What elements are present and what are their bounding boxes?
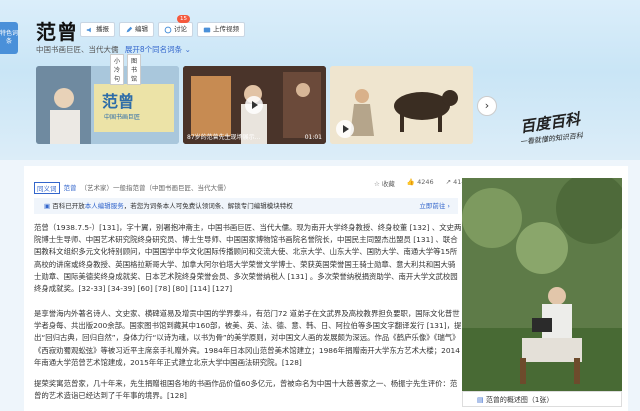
- like-button[interactable]: 👍 4246: [407, 178, 434, 188]
- collect-button[interactable]: ☆ 收藏: [374, 178, 395, 188]
- star-icon: ☆: [374, 180, 380, 188]
- photo-caption-button[interactable]: ▤ 范曾的概述图（1张）: [462, 391, 622, 407]
- carousel-next-button[interactable]: ›: [477, 96, 497, 116]
- broadcast-label: 播报: [96, 25, 109, 33]
- lemma-banner: 特色词条 范曾 播报 编辑 讨论 15 上传视频 中国书画巨匠、当代大儒 展开8…: [0, 0, 640, 160]
- gallery-icon: ▤: [477, 396, 484, 404]
- upload-video-button[interactable]: 上传视频: [197, 22, 245, 37]
- intro-paragraph-2: 是享誉海内外著名诗人、文史家、横碑道易及增贡中国的学界泰斗，有范门72 道弟子在…: [34, 309, 462, 367]
- painting-play-icon[interactable]: [336, 120, 354, 138]
- edit-label: 编辑: [135, 25, 148, 33]
- video-card[interactable]: 87岁的范曾先生现场展示... 01:01: [183, 66, 326, 144]
- page-title: 范曾: [36, 20, 78, 44]
- media-tag-2[interactable]: 图书馆: [127, 54, 142, 85]
- notice-icon: ▣: [44, 202, 51, 210]
- pencil-icon: [126, 26, 133, 32]
- intro-paragraph-3: 提荣奖寓范曾家，几十年来，先生捐赠祖国各地的书画作品价值60多亿元，曾被命名为中…: [34, 379, 458, 401]
- media-tag-row: 小冷句 图书馆: [110, 54, 142, 85]
- synonym-description: （艺术家）一般指范曾（中国书画巨匠、当代大儒）: [80, 184, 231, 192]
- media-tag-1[interactable]: 小冷句: [110, 54, 125, 85]
- featured-badge[interactable]: 特色词条: [0, 22, 18, 54]
- synonym-bar: 同义词 范曾 （艺术家）一般指范曾（中国书画巨匠、当代大儒）: [34, 182, 230, 194]
- collect-label: 收藏: [381, 180, 395, 188]
- article-body: 同义词 范曾 （艺术家）一般指范曾（中国书画巨匠、当代大儒） ☆ 收藏 👍 42…: [24, 166, 628, 411]
- share-icon: ↗: [445, 178, 452, 186]
- action-bar: 播报 编辑 讨论 15 上传视频: [80, 15, 245, 37]
- notice-text-c: ，若您为词条本人可免费认领词条、解锁专门编辑模块特权: [123, 202, 293, 210]
- claim-notice: ▣ 百科已开放本人编辑服务，若您为词条本人可免费认领词条、解锁专门编辑模块特权 …: [34, 198, 458, 214]
- discuss-count-badge: 15: [177, 15, 190, 23]
- synonym-tag: 同义词: [34, 182, 60, 194]
- like-count: 4246: [417, 178, 434, 186]
- intro-video-subtitle: 中国书画巨匠: [104, 114, 141, 121]
- video-duration: 01:01: [304, 134, 322, 141]
- notice-text-a: 百科已开放: [52, 202, 85, 210]
- intro-paragraph-1: 范曾（1938.7.5-）[131]，字十翼，别署抱冲斋主，中国书画巨匠、当代大…: [34, 223, 462, 294]
- lemma-description-text: 中国书画巨匠、当代大儒: [36, 45, 119, 54]
- discuss-button[interactable]: 讨论 15: [158, 15, 193, 37]
- photo-caption-text: 范曾的概述图（1张）: [485, 396, 554, 404]
- chevron-right-icon: ›: [484, 99, 490, 112]
- discuss-label: 讨论: [174, 25, 187, 33]
- stats-bar: ☆ 收藏 👍 4246 ↗ 414: [374, 178, 466, 188]
- chat-bubble-icon: [164, 26, 172, 33]
- summary-photo-image: [462, 178, 622, 394]
- upload-video-label: 上传视频: [213, 25, 239, 33]
- intro-video-title: 范曾: [102, 92, 135, 111]
- summary-photo[interactable]: [462, 178, 622, 394]
- expand-homonyms-link[interactable]: 展开8个同名词条: [125, 45, 182, 54]
- chevron-down-icon: ⌄: [184, 45, 191, 54]
- edit-button[interactable]: 编辑: [119, 22, 154, 37]
- play-icon[interactable]: [245, 96, 263, 114]
- notice-service-link[interactable]: 本人编辑服务: [85, 202, 124, 210]
- painting-card[interactable]: [330, 66, 473, 144]
- intro-video-card[interactable]: 范曾 中国书画巨匠: [36, 66, 179, 144]
- video-caption: 87岁的范曾先生现场展示...: [187, 134, 261, 141]
- go-now-link[interactable]: 立即前往 ›: [419, 198, 450, 214]
- synonym-word-link[interactable]: 范曾: [64, 182, 77, 194]
- broadcast-button[interactable]: 播报: [80, 22, 115, 37]
- thumb-up-icon: 👍: [406, 178, 415, 186]
- video-upload-icon: [203, 27, 211, 32]
- speaker-icon: [86, 27, 91, 32]
